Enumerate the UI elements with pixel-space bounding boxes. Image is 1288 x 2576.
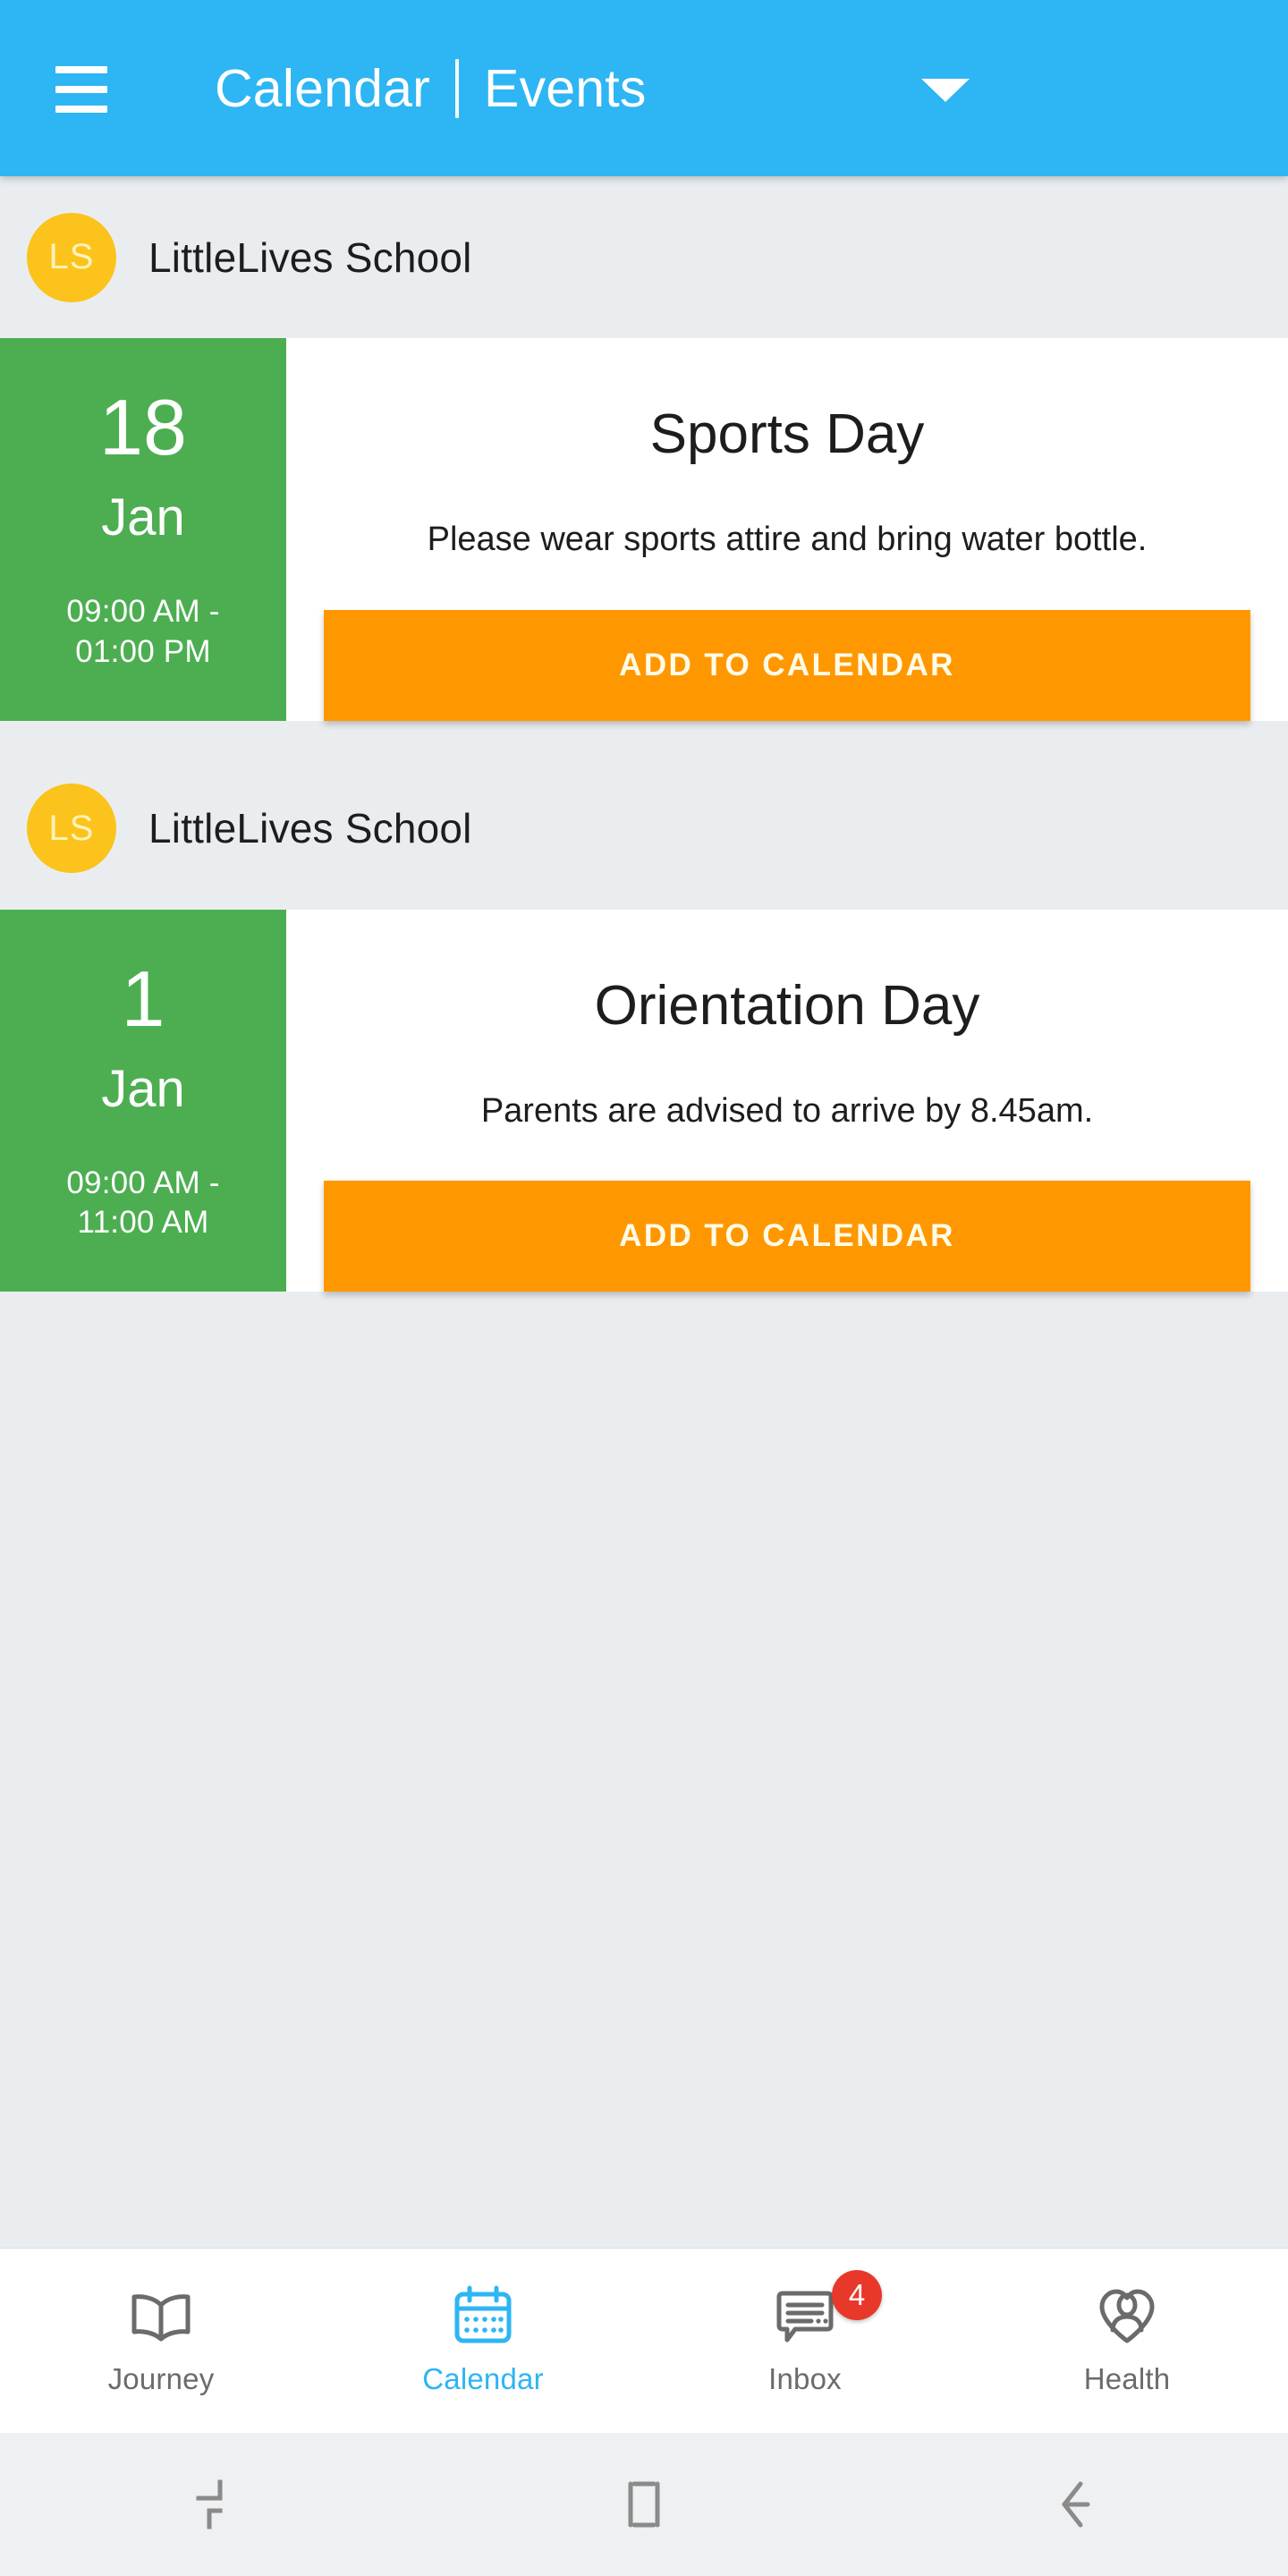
events-list: LS LittleLives School 18 Jan 09:00 AM -0…: [0, 176, 1288, 2248]
add-to-calendar-button[interactable]: ADD TO CALENDAR: [324, 1181, 1250, 1292]
event-card[interactable]: 1 Jan 09:00 AM -11:00 AM Orientation Day…: [0, 909, 1288, 1292]
heart-person-icon: [1092, 2285, 1162, 2348]
school-header-row: LS LittleLives School: [0, 176, 1288, 338]
app-bar: Calendar Events: [0, 0, 1288, 176]
hamburger-line: [55, 66, 107, 73]
school-name: LittleLives School: [148, 805, 472, 852]
inbox-unread-badge: 4: [832, 2270, 882, 2320]
list-divider: [0, 720, 1288, 748]
school-name: LittleLives School: [148, 233, 472, 281]
event-title: Sports Day: [649, 403, 925, 465]
bottom-tab-bar: Journey Calendar 4 Inbox Health: [0, 2248, 1288, 2433]
back-arrow-icon[interactable]: [859, 2477, 1288, 2532]
event-date-block: 18 Jan 09:00 AM -01:00 PM: [0, 338, 286, 721]
event-card[interactable]: 18 Jan 09:00 AM -01:00 PM Sports Day Ple…: [0, 338, 1288, 721]
tab-journey[interactable]: Journey: [0, 2249, 322, 2433]
event-time-range: 09:00 AM -11:00 AM: [66, 1165, 220, 1241]
tab-health[interactable]: Health: [966, 2249, 1288, 2433]
recents-square-icon[interactable]: [0, 2477, 429, 2532]
tab-label-inbox: Inbox: [768, 2362, 842, 2395]
avatar: LS: [27, 784, 116, 874]
event-month: Jan: [101, 488, 185, 547]
school-header-row: LS LittleLives School: [0, 747, 1288, 910]
home-square-icon[interactable]: [429, 2477, 859, 2532]
page-title: Calendar Events: [215, 0, 647, 176]
hamburger-line: [55, 86, 107, 93]
event-month: Jan: [101, 1059, 185, 1118]
event-date-block: 1 Jan 09:00 AM -11:00 AM: [0, 909, 286, 1292]
title-primary: Calendar: [215, 58, 431, 118]
title-secondary: Events: [484, 58, 647, 118]
add-to-calendar-button[interactable]: ADD TO CALENDAR: [324, 609, 1250, 721]
chat-bubble-icon: [770, 2285, 840, 2348]
avatar: LS: [27, 212, 116, 302]
tab-inbox[interactable]: 4 Inbox: [644, 2249, 966, 2433]
event-time-range: 09:00 AM -01:00 PM: [66, 594, 220, 669]
event-description: Please wear sports attire and bring wate…: [427, 521, 1148, 559]
android-system-navigation-bar: [0, 2433, 1288, 2576]
tab-calendar[interactable]: Calendar: [322, 2249, 644, 2433]
tab-label-health: Health: [1083, 2362, 1171, 2395]
title-divider: [455, 58, 460, 118]
event-body: Sports Day Please wear sports attire and…: [286, 338, 1288, 721]
tab-label-journey: Journey: [107, 2362, 215, 2395]
event-description: Parents are advised to arrive by 8.45am.: [480, 1091, 1094, 1130]
app-root: Calendar Events LS LittleLives School 18…: [0, 0, 1288, 2576]
event-body: Orientation Day Parents are advised to a…: [286, 909, 1288, 1292]
hamburger-line: [55, 106, 107, 113]
hamburger-menu-icon[interactable]: [55, 61, 181, 118]
open-book-icon: [126, 2285, 196, 2348]
chevron-down-icon[interactable]: [921, 79, 970, 102]
tab-label-calendar: Calendar: [422, 2362, 544, 2395]
calendar-icon: [448, 2285, 518, 2348]
event-day: 18: [99, 383, 187, 471]
event-day: 1: [121, 953, 165, 1043]
event-title: Orientation Day: [594, 974, 980, 1037]
